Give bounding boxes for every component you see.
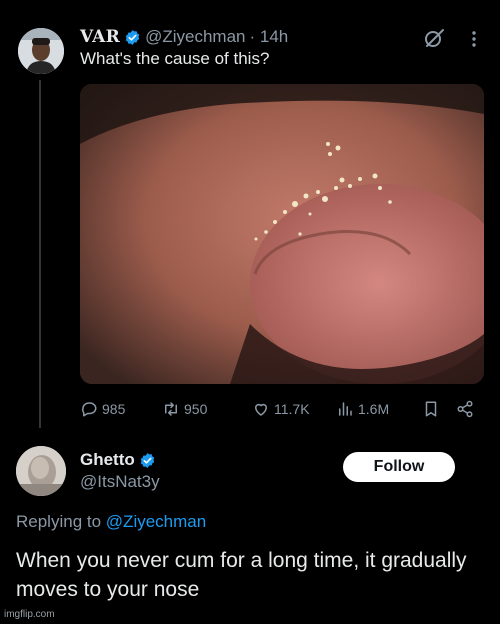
bookmark-action[interactable] <box>422 397 440 421</box>
avatar[interactable] <box>18 28 64 74</box>
share-action[interactable] <box>456 397 474 421</box>
grok-icon[interactable] <box>423 27 445 49</box>
watermark: imgflip.com <box>4 609 55 620</box>
like-count: 11.7K <box>274 401 310 417</box>
verified-badge-icon <box>139 452 156 469</box>
replying-prefix: Replying to <box>16 512 102 531</box>
follow-button[interactable]: Follow <box>343 452 455 482</box>
retweet-count: 950 <box>184 401 208 417</box>
replying-to: Replying to @Ziyechman <box>16 512 206 532</box>
retweet-icon <box>162 400 180 418</box>
author-handle[interactable]: @Ziyechman <box>145 27 245 47</box>
thread-connector-line <box>39 80 41 428</box>
views-icon <box>336 400 354 418</box>
views-count: 1.6M <box>358 401 390 417</box>
tweet-header: VAR @Ziyechman · 14h <box>80 26 288 48</box>
like-icon <box>252 400 270 418</box>
verified-badge-icon <box>124 29 141 46</box>
reply-avatar[interactable] <box>16 446 66 496</box>
like-action[interactable]: 11.7K <box>252 397 310 421</box>
reply-icon <box>80 400 98 418</box>
author-name[interactable]: VAR <box>80 27 120 47</box>
replying-mention-link[interactable]: @Ziyechman <box>106 512 206 531</box>
views-action[interactable]: 1.6M <box>336 397 389 421</box>
reply-author-handle[interactable]: @ItsNat3y <box>80 472 160 492</box>
share-icon <box>456 400 474 418</box>
more-icon[interactable] <box>466 29 482 49</box>
reply-action[interactable]: 985 <box>80 397 125 421</box>
reply-text: When you never cum for a long time, it g… <box>16 549 467 601</box>
retweet-action[interactable]: 950 <box>162 397 207 421</box>
reply-count: 985 <box>102 401 126 417</box>
bookmark-icon <box>422 400 440 418</box>
reply-author-name[interactable]: Ghetto <box>80 450 135 470</box>
tweet-timestamp[interactable]: · 14h <box>250 27 289 47</box>
reply-header: Ghetto <box>80 450 156 470</box>
tweet-text: What's the cause of this? <box>80 49 270 68</box>
tweet-media-image[interactable] <box>80 84 484 384</box>
